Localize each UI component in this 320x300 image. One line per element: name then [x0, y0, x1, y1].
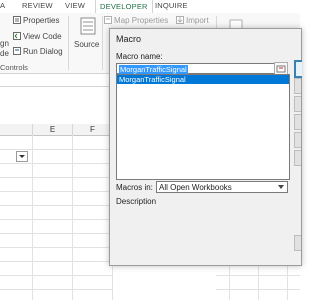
view-code-icon	[13, 32, 21, 40]
map-properties-icon	[104, 16, 112, 24]
map-properties-button[interactable]: Map Properties	[104, 16, 168, 25]
description-text	[116, 207, 288, 247]
tab-inquire[interactable]: INQUIRE	[155, 1, 188, 10]
view-code-button[interactable]: View Code	[13, 32, 62, 41]
tab-view[interactable]: VIEW	[65, 1, 85, 10]
grid-line	[0, 233, 112, 234]
tab-review[interactable]: REVIEW	[22, 1, 53, 10]
run-dialog-button[interactable]: Run Dialog	[13, 47, 63, 56]
delete-button[interactable]	[294, 132, 301, 148]
column-header-partial[interactable]	[0, 124, 33, 136]
macros-in-value: All Open Workbooks	[159, 183, 232, 192]
properties-label: Properties	[23, 16, 60, 25]
grid-line	[0, 149, 112, 150]
macro-name-input[interactable]: MorganTrafficSignal	[116, 63, 283, 74]
column-header-e[interactable]: E	[33, 124, 73, 136]
grid-line	[0, 261, 112, 262]
grid-line	[0, 177, 112, 178]
properties-button[interactable]: Properties	[13, 16, 59, 25]
ribbon-partial-label-2: de	[0, 49, 9, 58]
controls-group-label: Controls	[0, 63, 28, 72]
import-label: Import	[186, 16, 209, 25]
view-code-label: View Code	[23, 32, 62, 41]
options-button[interactable]	[294, 150, 301, 166]
grid-line	[0, 219, 112, 220]
macro-name-label: Macro name:	[116, 52, 163, 61]
grid-line	[0, 289, 112, 290]
cell-dropdown-button[interactable]	[16, 151, 28, 162]
run-button[interactable]	[294, 60, 302, 78]
properties-icon	[13, 16, 21, 24]
run-dialog-icon	[13, 47, 21, 55]
chevron-down-icon	[276, 183, 286, 191]
tab-developer[interactable]: DEVELOPER	[95, 0, 153, 14]
description-label: Description	[116, 197, 157, 206]
tab-partial[interactable]: A	[0, 1, 5, 10]
macro-name-value: MorganTrafficSignal	[119, 65, 188, 74]
cancel-button[interactable]	[294, 235, 301, 251]
run-dialog-label: Run Dialog	[23, 47, 63, 56]
import-icon	[176, 16, 184, 24]
grid-line	[0, 163, 112, 164]
list-item[interactable]: MorganTrafficSignal	[117, 75, 289, 84]
map-properties-label: Map Properties	[114, 16, 169, 25]
column-header-f[interactable]: F	[73, 124, 113, 136]
source-button[interactable]: Source	[74, 40, 99, 49]
macro-list[interactable]: MorganTrafficSignal	[116, 74, 290, 180]
source-icon	[78, 17, 98, 35]
grid-line	[0, 191, 112, 192]
grid-line	[258, 264, 259, 300]
macros-in-label: Macros in:	[116, 183, 153, 192]
ribbon-tab-bar: A REVIEW VIEW DEVELOPER INQUIRE	[0, 0, 300, 14]
grid-line	[0, 275, 112, 276]
create-button[interactable]	[294, 114, 301, 130]
ribbon-partial-label-1: gn	[0, 39, 9, 48]
macros-in-select[interactable]: All Open Workbooks	[156, 181, 288, 193]
group-divider	[102, 16, 103, 70]
grid-line	[0, 247, 112, 248]
edit-button[interactable]	[294, 96, 301, 112]
step-into-button[interactable]	[294, 78, 301, 94]
dialog-title: Macro	[116, 34, 142, 44]
import-button[interactable]: Import	[176, 16, 209, 25]
grid-line	[229, 264, 230, 300]
grid-line	[0, 205, 112, 206]
group-divider	[68, 16, 69, 70]
grid-line	[287, 264, 288, 300]
